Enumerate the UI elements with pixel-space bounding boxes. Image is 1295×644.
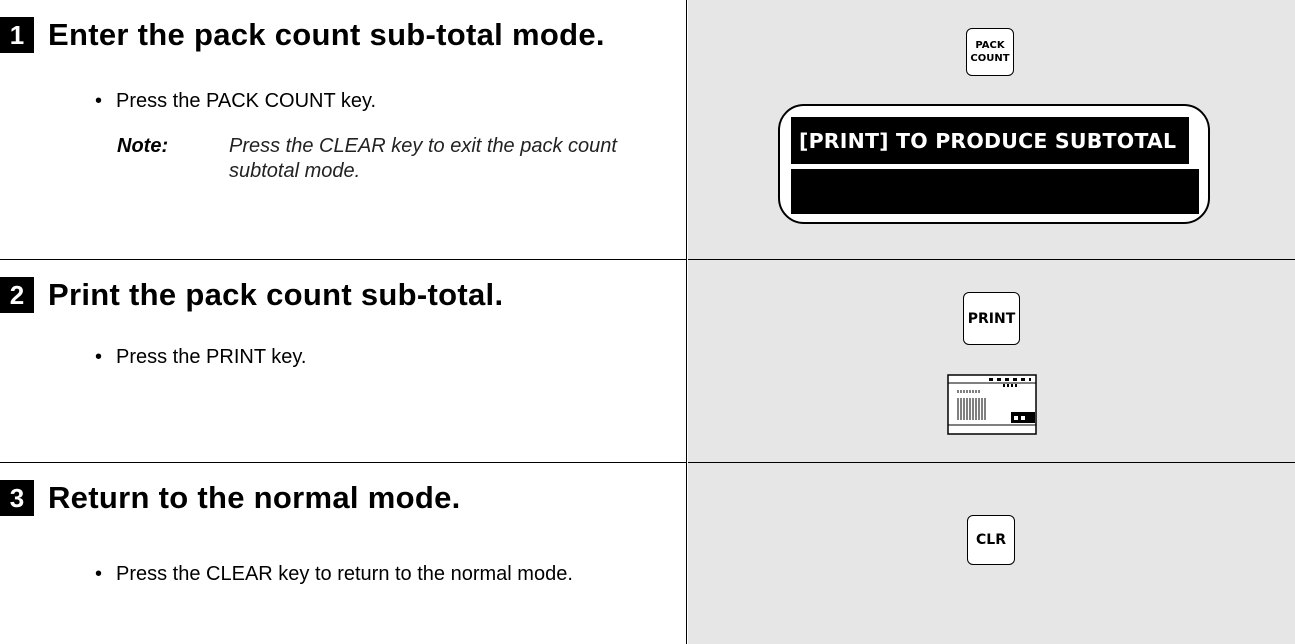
- step-1-illustration: PACK COUNT [PRINT] TO PRODUCE SUBTOTAL: [688, 0, 1295, 259]
- instruction-table: 1 Enter the pack count sub-total mode. P…: [0, 0, 1295, 644]
- step-number: 2: [0, 277, 34, 313]
- step-1-bullet: Press the PACK COUNT key.: [95, 88, 376, 114]
- lcd-display: [PRINT] TO PRODUCE SUBTOTAL: [778, 104, 1210, 224]
- step-3-bullet: Press the CLEAR key to return to the nor…: [95, 561, 586, 587]
- step-3-illustration: CLR: [688, 462, 1295, 644]
- step-1-header: 1 Enter the pack count sub-total mode.: [0, 16, 605, 54]
- display-line-2: [791, 169, 1199, 214]
- step-2-instructions: 2 Print the pack count sub-total. Press …: [0, 259, 687, 462]
- step-row-2: 2 Print the pack count sub-total. Press …: [0, 259, 1295, 462]
- step-title: Print the pack count sub-total.: [48, 277, 504, 312]
- step-row-1: 1 Enter the pack count sub-total mode. P…: [0, 0, 1295, 259]
- step-3-instructions: 3 Return to the normal mode. Press the C…: [0, 462, 687, 644]
- display-line-1: [PRINT] TO PRODUCE SUBTOTAL: [791, 117, 1189, 164]
- step-title: Enter the pack count sub-total mode.: [48, 17, 605, 52]
- step-number: 1: [0, 17, 34, 53]
- step-title: Return to the normal mode.: [48, 480, 461, 515]
- print-key: PRINT: [963, 292, 1020, 345]
- printer-icon: [947, 374, 1037, 435]
- note-label: Note:: [117, 135, 169, 157]
- step-2-header: 2 Print the pack count sub-total.: [0, 276, 503, 314]
- step-number: 3: [0, 480, 34, 516]
- step-1-instructions: 1 Enter the pack count sub-total mode. P…: [0, 0, 687, 259]
- clear-key: CLR: [967, 515, 1015, 565]
- step-row-3: 3 Return to the normal mode. Press the C…: [0, 462, 1295, 644]
- step-2-illustration: PRINT: [688, 259, 1295, 462]
- note-text: Press the CLEAR key to exit the pack cou…: [229, 135, 617, 182]
- pack-count-key: PACK COUNT: [966, 28, 1014, 76]
- step-2-bullet: Press the PRINT key.: [95, 344, 306, 370]
- step-3-header: 3 Return to the normal mode.: [0, 479, 461, 517]
